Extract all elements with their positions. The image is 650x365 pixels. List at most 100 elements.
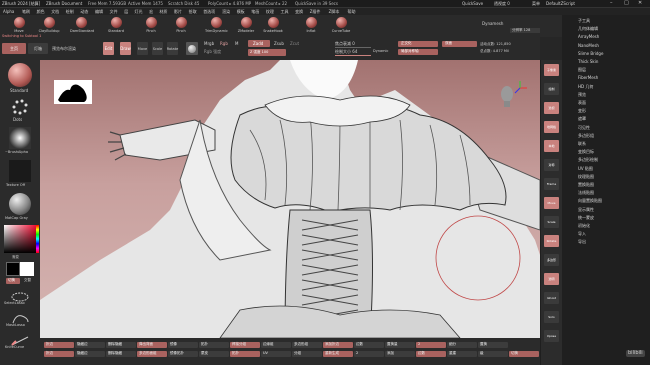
view-button[interactable]: 对称 [544,159,559,171]
menu-item[interactable]: 灯光 [135,9,143,14]
geometry-button[interactable]: 切换 [509,351,539,357]
view-button[interactable]: Xpose [544,330,559,342]
texture-thumbnail-icon[interactable] [9,160,31,182]
view-button[interactable]: 透明 [544,273,559,285]
menu-item[interactable]: 工具 [281,9,289,14]
geometry-button[interactable]: 多边形组 [292,342,322,348]
tray-item[interactable]: Thick Skin [578,60,598,64]
quicksave-button[interactable]: QuickSave [462,2,483,6]
tray-item[interactable]: ArrayMesh [578,35,599,39]
brush-button[interactable]: ClayBuildup [38,17,60,34]
tray-item[interactable]: 表面 [578,101,586,105]
geometry-button[interactable]: 边数 [354,342,384,348]
brush-button[interactable]: Inflat [300,17,322,34]
secondary-color-swatch[interactable] [20,262,34,276]
z-intensity-slider[interactable]: Z 强度 100 [248,49,286,56]
main-color-swatch[interactable] [6,262,20,276]
menu-item[interactable]: 帮助 [348,9,356,14]
menu-item[interactable]: 模板 [237,9,245,14]
menu-item[interactable]: 笔画 [251,9,259,14]
brush-button[interactable]: CurveTube [330,17,352,34]
menu-item[interactable]: 绘制 [66,9,74,14]
mrgb-button[interactable]: Mrgb [204,42,214,46]
tray-item[interactable]: 置换贴图 [578,183,594,187]
zcut-button[interactable]: Zcut [290,42,299,46]
menu-item[interactable]: 笔刷 [22,9,30,14]
menu-button[interactable]: 菜单 [532,2,540,6]
viewport-canvas[interactable] [40,60,540,338]
menu-item[interactable]: 层 [124,9,128,14]
tray-item[interactable]: 遮罩 [578,117,586,121]
geometry-button[interactable]: 折边 [44,342,74,348]
tray-item[interactable]: 子工具 [578,19,590,23]
tray-item[interactable]: 变换目标 [578,150,594,154]
resolution-slider[interactable]: 分辨率 128 [512,28,530,33]
hue-slider[interactable] [36,225,39,253]
brush-button[interactable]: ZModeler [235,17,257,34]
minimize-icon[interactable]: – [610,1,613,6]
tray-item[interactable]: 法线贴图 [578,191,594,195]
geometry-button[interactable]: 拓扑 [199,342,229,348]
geometry-button[interactable]: 删除隐藏 [106,342,136,348]
mask-lasso-icon[interactable] [10,310,30,324]
geometry-button[interactable]: 细分 [447,342,477,348]
menu-item[interactable]: Z脚本 [329,9,340,14]
menu-item[interactable]: 文件 [110,9,118,14]
home-button[interactable]: 主页 [2,43,26,54]
geometry-button[interactable]: 弹出背面 [137,342,167,348]
focal-shift-slider[interactable]: 焦点衰减 0 [335,42,355,46]
lightbox-button[interactable]: 灯箱 [28,43,48,54]
brush-button[interactable]: SnakeHook [262,17,284,34]
tray-item[interactable]: HD 几何 [578,84,593,89]
alternate-button[interactable]: 交替 [24,278,31,283]
tray-item[interactable]: FiberMesh [578,76,598,80]
default-script[interactable]: DefaultZScript [546,2,575,6]
draw-button[interactable]: Draw [120,42,131,55]
view-button[interactable]: Frame [544,178,559,190]
select-lasso-icon[interactable] [10,288,30,302]
geometry-button[interactable]: 边数 [416,351,446,357]
geometry-button[interactable]: 镜像 [168,342,198,348]
geometry-button[interactable]: 添加折边 [323,342,353,348]
geometry-button[interactable]: 添加 [385,351,415,357]
tray-item[interactable]: 图层 [578,68,586,72]
geometry-button[interactable]: 蒙皮 [199,351,229,357]
local-symmetry-button[interactable]: 局部对称轴 [398,49,438,55]
view-button[interactable]: 透视 [544,102,559,114]
rgb-button[interactable]: Rgb [220,42,228,46]
tray-item[interactable]: 几何体编辑 [578,27,598,31]
alpha-thumbnail-icon[interactable] [9,127,31,149]
menu-item[interactable]: 材质 [159,9,167,14]
dynamic-toggle[interactable]: Dynamic [373,49,388,54]
view-button[interactable]: Ghost [544,292,559,304]
geometry-button[interactable]: 置换 [478,342,508,348]
tray-item[interactable]: 预览 [578,92,586,97]
geometry-button[interactable]: 拓扑 [230,351,260,357]
tray-item[interactable]: 向量置换贴图 [578,199,602,203]
menu-item[interactable]: 宏 [149,9,153,14]
geometry-button[interactable]: 多边形面组 [137,351,167,357]
tray-item[interactable]: 变形 [578,109,586,113]
close-icon[interactable]: ✕ [638,1,642,6]
double-button[interactable]: 双面 [442,41,477,47]
menu-item[interactable]: 渲染 [222,9,230,14]
tray-item[interactable]: 纹理贴图 [578,174,594,179]
current-brush-icon[interactable] [8,63,32,87]
geometry-button[interactable]: 隐藏边 [75,351,105,357]
geometry-button[interactable]: 重新生成 [323,351,353,357]
edit-button[interactable]: Edit [103,42,114,55]
view-button[interactable]: Solo [544,311,559,323]
menu-item[interactable]: 拾取 [189,9,197,14]
geometry-button[interactable]: 2 [416,342,446,348]
menu-item[interactable]: 首选项 [203,9,215,14]
switch-color-button[interactable]: 切换 [6,278,20,284]
see-through-slider[interactable]: 透视度 0 [494,2,510,6]
menu-item[interactable]: 纹理 [266,9,274,14]
live-boolean-button[interactable]: 预览布尔渲染 [52,47,76,51]
menu-item[interactable]: 变换 [295,9,303,14]
tray-item[interactable]: Slime Bridge [578,51,603,56]
brush-button[interactable]: Move [8,17,30,34]
stroke-dots-icon[interactable] [11,98,29,116]
zadd-button[interactable]: Zadd [248,40,270,47]
scale-button[interactable]: Scale [152,42,163,55]
